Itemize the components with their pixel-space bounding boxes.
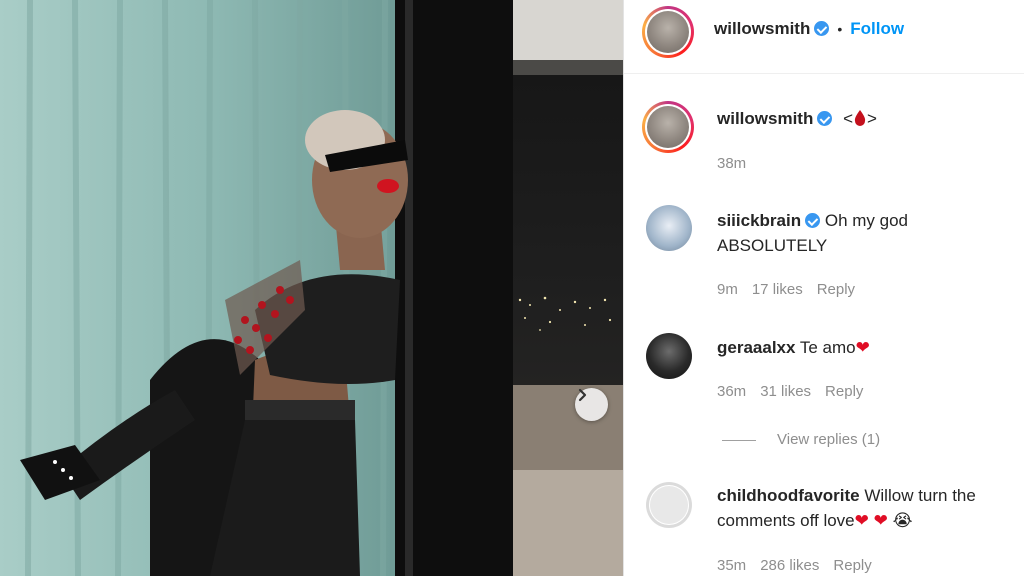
comment-username[interactable]: childhoodfavorite bbox=[717, 486, 860, 505]
comment-time: 9m bbox=[717, 281, 738, 298]
follow-button[interactable]: Follow bbox=[850, 19, 904, 38]
comment-username[interactable]: geraaalxx bbox=[717, 338, 795, 357]
comment-time: 36m bbox=[717, 383, 747, 400]
heart-emoji: ❤ bbox=[855, 338, 870, 357]
caption-meta: 38m bbox=[717, 155, 760, 172]
comment-likes[interactable]: 286 likes bbox=[760, 557, 819, 574]
author-username[interactable]: willowsmith bbox=[714, 19, 810, 38]
reply-button[interactable]: Reply bbox=[833, 557, 871, 574]
caption-username[interactable]: willowsmith bbox=[717, 109, 813, 128]
caption-time: 38m bbox=[717, 155, 747, 172]
comment-username[interactable]: siiickbrain bbox=[717, 211, 801, 230]
crying-face-emoji: 😭 bbox=[892, 511, 913, 530]
comment-item: siiickbrain Oh my god ABSOLUTELY 9m 17 li… bbox=[624, 200, 1024, 310]
reply-button[interactable]: Reply bbox=[817, 281, 855, 298]
verified-icon bbox=[814, 21, 830, 36]
commenter-avatar[interactable] bbox=[646, 482, 692, 528]
caption: willowsmith < > 38m bbox=[624, 95, 1024, 185]
caption-text-right: > bbox=[867, 109, 877, 128]
chevron-right-icon bbox=[578, 388, 587, 402]
comment-item: geraaalxx Te amo❤ 36m 31 likes Reply View … bbox=[624, 330, 1024, 460]
view-replies-label: View replies (1) bbox=[777, 431, 881, 448]
comment-meta: 9m 17 likes Reply bbox=[717, 281, 869, 298]
default-avatar-icon bbox=[649, 485, 689, 525]
divider-line bbox=[722, 439, 756, 441]
comment-text: Te amo bbox=[799, 338, 856, 357]
reply-button[interactable]: Reply bbox=[825, 383, 863, 400]
comment-text-line1: Willow turn the bbox=[864, 486, 976, 505]
verified-icon bbox=[817, 111, 833, 126]
view-replies-button[interactable]: View replies (1) bbox=[722, 431, 880, 448]
heart-emoji: ❤ bbox=[854, 511, 869, 530]
commenter-avatar[interactable] bbox=[646, 333, 692, 379]
author-avatar[interactable] bbox=[642, 6, 694, 58]
comment-text-line2: comments off love bbox=[717, 511, 855, 530]
post-header: willowsmith • Follow bbox=[624, 0, 1024, 74]
caption-text-left: < bbox=[843, 109, 854, 128]
post-side-panel: willowsmith • Follow willowsmith < > 38m si… bbox=[623, 0, 1024, 576]
comment-likes[interactable]: 31 likes bbox=[760, 383, 811, 400]
comment-meta: 36m 31 likes Reply bbox=[717, 383, 877, 400]
caption-avatar[interactable] bbox=[642, 101, 694, 153]
comment-item: childhoodfavorite Willow turn the commen… bbox=[624, 478, 1024, 576]
heart-emoji: ❤ bbox=[873, 511, 888, 530]
photo-image bbox=[0, 0, 623, 576]
commenter-avatar[interactable] bbox=[646, 205, 692, 251]
comment-meta: 35m 286 likes Reply bbox=[717, 557, 886, 574]
verified-icon bbox=[805, 213, 821, 228]
separator-dot: • bbox=[837, 21, 843, 37]
comment-likes[interactable]: 17 likes bbox=[752, 281, 803, 298]
next-photo-button[interactable] bbox=[575, 388, 608, 421]
blood-drop-icon bbox=[854, 110, 866, 126]
comment-time: 35m bbox=[717, 557, 747, 574]
post-photo bbox=[0, 0, 623, 576]
